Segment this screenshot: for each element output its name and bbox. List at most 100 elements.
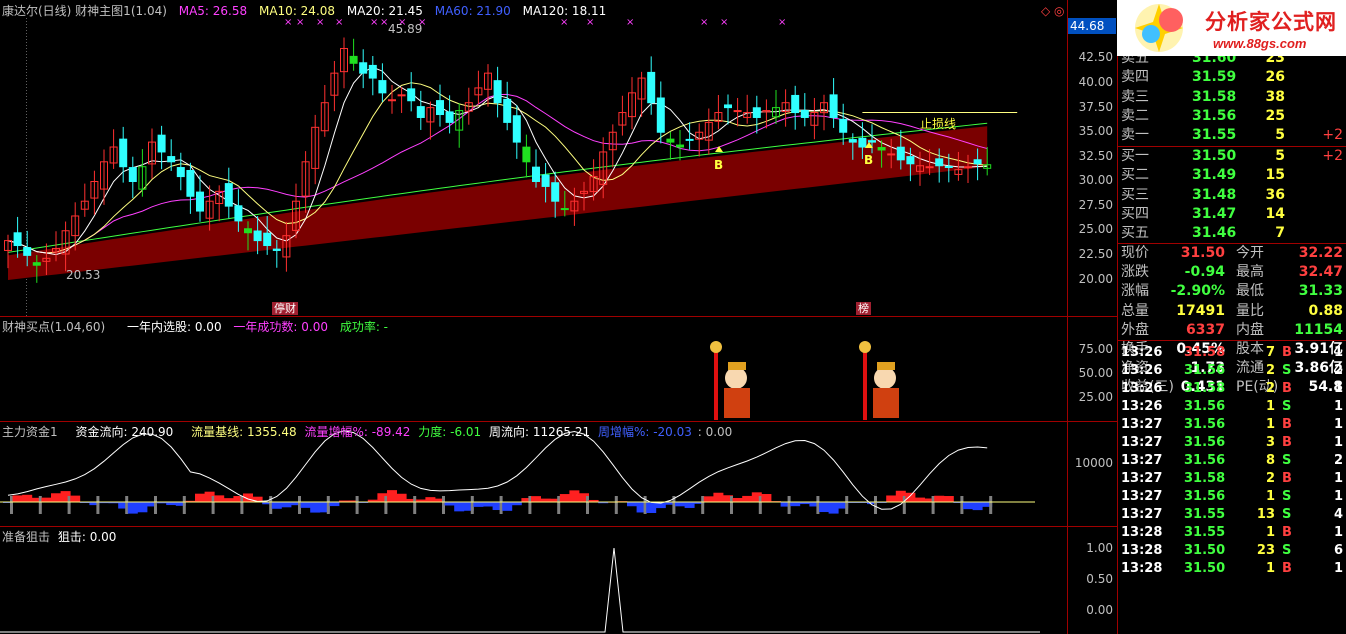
tick-row: 13:28 31.55 1 B 1 [1118,524,1346,542]
tick-side: B [1282,345,1292,360]
order-book-row[interactable]: 卖一 31.55 5 +2 [1118,126,1346,145]
buy-point-bar [863,352,867,420]
candle-body [407,88,416,102]
signal-marker: × [586,17,594,28]
flow-tick-bar [470,496,474,514]
flow-bar [137,502,148,513]
candle-body [272,248,281,251]
tick-time: 13:27 [1121,471,1163,486]
tick-volume: 2 [1265,381,1275,396]
axis-tick: 25.00 [1078,390,1113,404]
candlestick [820,94,828,131]
tick-row: 13:26 31.56 1 S 1 [1118,398,1346,416]
candlestick [733,97,742,127]
order-volume: 15 [1265,167,1285,184]
tick-time: 13:26 [1121,345,1163,360]
tick-time: 13:26 [1121,363,1163,378]
candlestick [128,156,137,199]
order-book-row[interactable]: 卖二 31.56 25 [1118,107,1346,126]
tick-row: 13:26 31.58 2 B 1 [1118,380,1346,398]
tick-time: 13:26 [1121,381,1163,396]
buy-point-signal [859,341,899,420]
flow-bar [51,493,61,502]
candlestick [186,162,195,214]
order-book-row[interactable]: 买三 31.48 36 [1118,186,1346,205]
candle-body [858,137,867,148]
order-volume: 5 [1275,148,1285,164]
sniper-header: 准备狙击 狙击: 0.00 [2,530,116,544]
stat-label: 涨跌 [1121,264,1149,281]
candlestick [810,97,819,140]
candlestick [340,37,348,89]
fund-flow-v5: 周流向: 11265.21 [489,425,591,439]
quote-panel: 委比 卖五31.6023卖四31.5926卖三31.5838卖二31.5625卖… [1117,0,1346,634]
flow-tick-bar [586,496,589,514]
tick-time: 13:27 [1121,453,1163,468]
order-price: 31.47 [1192,205,1237,222]
tick-side: S [1282,453,1292,468]
candlestick [474,70,483,105]
flow-tick-bar [874,496,877,514]
candlestick [176,152,185,191]
flow-tick-bar [67,496,71,514]
sniper-value: 狙击: 0.00 [57,530,117,544]
flow-bar [214,495,225,502]
ma60-label: MA60: 21.90 [434,4,511,18]
candle-body [445,111,454,123]
tick-side: S [1282,399,1292,414]
stop-loss-label: 止损线 [920,117,957,131]
flow-tick-bar [557,496,561,514]
candle-body [532,166,540,182]
order-book-row[interactable]: 买一 31.50 5 +2 [1118,147,1346,166]
tick-price: 31.55 [1184,507,1226,522]
stat-label: 量比 [1236,302,1264,319]
order-volume: 14 [1265,205,1285,222]
order-book-row[interactable]: 买四 31.47 14 [1118,205,1346,224]
axis-tick: 0.50 [1086,572,1113,586]
order-level-label: 买五 [1121,225,1149,242]
order-book-row[interactable]: 卖四 31.59 26 [1118,68,1346,87]
flow-tick-bar [413,496,417,514]
order-change: +2 [1322,148,1343,164]
flow-tick-bar [960,496,964,514]
buy-point-panel [710,341,899,420]
order-book-row[interactable]: 买二 31.49 15 [1118,166,1346,185]
sniper-panel [0,547,1040,633]
order-volume: 7 [1275,225,1285,242]
order-volume: 5 [1275,127,1285,144]
candlestick [205,185,214,231]
order-level-label: 卖一 [1121,127,1149,144]
order-price: 31.59 [1192,69,1237,86]
candlestick [349,38,358,71]
order-price: 31.55 [1192,127,1237,144]
buy-point-stat2: 一年成功数: 0.00 [233,320,328,334]
tick-side: B [1282,417,1292,432]
tick-price: 31.50 [1184,543,1226,558]
flow-tick-bar [211,496,215,514]
order-book-row[interactable]: 卖三 31.58 38 [1118,88,1346,107]
tick-row: 13:27 31.58 2 B 1 [1118,470,1346,488]
tick-time: 13:27 [1121,435,1163,450]
flow-bar [310,502,321,513]
candle-body [196,191,204,212]
flow-tick-bar [384,496,388,514]
panel-grid [0,0,1117,634]
axis-tick: 27.50 [1078,198,1113,212]
buy-marker-b1: B [714,158,724,172]
window-icons[interactable]: ◇ ◎ [1041,4,1065,18]
min-price-label: 20.53 [66,268,101,282]
order-book-row[interactable]: 买五 31.46 7 [1118,224,1346,243]
order-level-label: 买三 [1121,186,1149,203]
candle-body [503,98,512,123]
flow-tick-bar [902,496,906,514]
quote-stat-row: 外盘 6337 内盘 11154 [1118,321,1346,340]
flow-bar [425,497,436,502]
candle-body [733,110,742,113]
flow-bar [502,502,513,511]
candle-body [925,166,934,169]
candle-body [397,94,406,97]
kline-chart-area[interactable]: × × × × × × × × × × × × × × [0,0,1117,634]
tick-count: 1 [1333,561,1343,576]
tick-count: 2 [1333,453,1343,468]
tick-side: S [1282,507,1292,522]
